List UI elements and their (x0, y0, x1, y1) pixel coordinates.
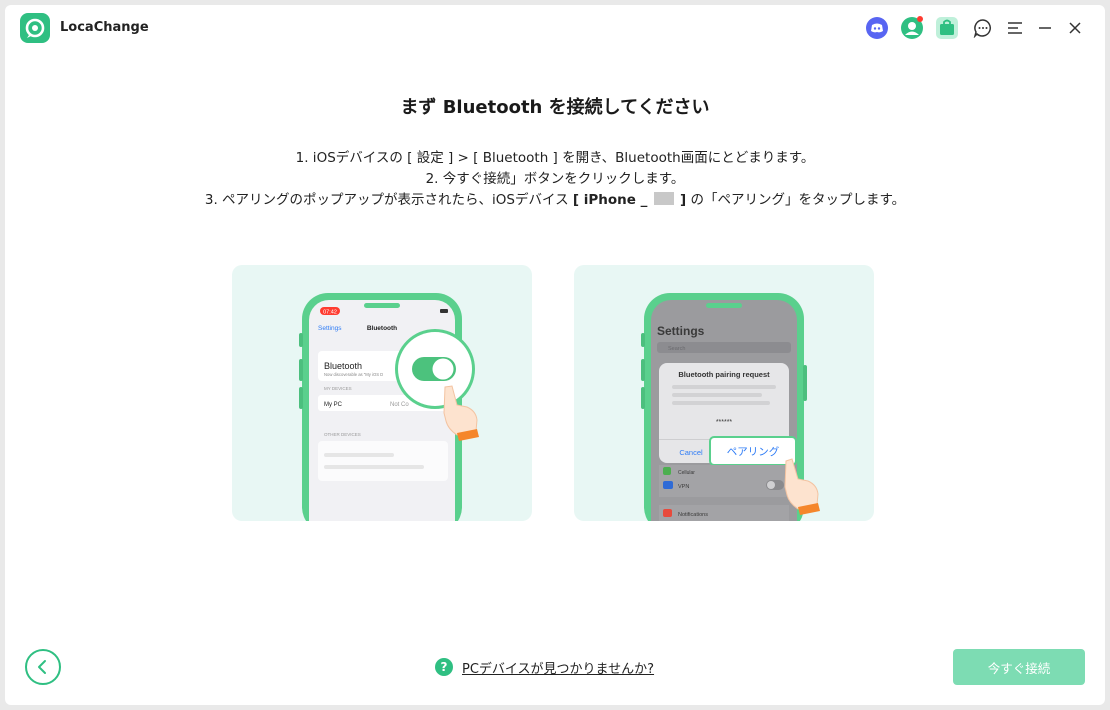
app-logo (20, 13, 50, 43)
device-row-status: Not Co (390, 402, 409, 408)
pairing-alert-title: Bluetooth pairing request (678, 370, 770, 379)
pairing-confirm-label: ペアリング (727, 445, 780, 458)
row-vpn: VPN (678, 484, 689, 490)
nav-back-settings: Settings (318, 325, 342, 332)
step-3-device-end: ] (679, 192, 687, 208)
illustration-bluetooth-settings: 07:42 Settings Bluetooth Bluetooth Now d… (232, 265, 532, 521)
account-icon[interactable] (900, 16, 924, 40)
help-link[interactable]: PCデバイスが見つかりませんか? (462, 658, 654, 677)
close-icon[interactable] (1063, 16, 1087, 40)
settings-title: Settings (657, 324, 705, 338)
step-3-prefix: 3. ペアリングのポップアップが表示されたら、iOSデバイス (204, 192, 569, 208)
device-row-name: My PC (324, 402, 343, 408)
minimize-icon[interactable] (1033, 16, 1057, 40)
row-notifications: Notifications (678, 512, 708, 518)
status-time: 07:42 (323, 310, 337, 316)
help-icon: ? (435, 658, 453, 676)
other-devices-header: OTHER DEVICES (324, 432, 361, 437)
bluetooth-row-label: Bluetooth (324, 361, 362, 371)
discord-icon[interactable] (865, 16, 889, 40)
title-bar: LocaChange (5, 5, 1105, 53)
app-window: LocaChange まず Bluetooth を接続してください 1. iOS… (5, 5, 1105, 705)
app-name: LocaChange (60, 20, 149, 35)
step-3: 3. ペアリングのポップアップが表示されたら、iOSデバイス [ iPhone … (5, 190, 1105, 211)
step-3-suffix: の「ペアリング」をタップします。 (690, 192, 906, 208)
feedback-icon[interactable] (971, 16, 995, 40)
pairing-cancel-label: Cancel (679, 448, 703, 457)
nav-title-bluetooth: Bluetooth (367, 325, 397, 332)
store-icon[interactable] (935, 16, 959, 40)
page-title: まず Bluetooth を接続してください (400, 97, 710, 118)
help-link-group[interactable]: ? PCデバイスが見つかりませんか? (435, 657, 654, 677)
row-cellular: Cellular (678, 470, 695, 476)
settings-search-placeholder: Search (668, 346, 685, 352)
instruction-steps: 1. iOSデバイスの [ 設定 ] > [ Bluetooth ] を開き、B… (5, 148, 1105, 211)
my-devices-header: MY DEVICES (324, 386, 352, 391)
connect-now-button[interactable]: 今すぐ接続 (953, 649, 1085, 685)
step-3-device: [ iPhone _ (572, 192, 648, 208)
illustration-pairing-popup: Settings Search Bluetooth pairing reques… (574, 265, 874, 521)
menu-icon[interactable] (1003, 16, 1027, 40)
back-button[interactable] (25, 649, 61, 685)
redacted-device-name (653, 192, 674, 205)
bluetooth-row-sub: Now discoverable as "My iOS D (324, 372, 383, 377)
step-1: 1. iOSデバイスの [ 設定 ] > [ Bluetooth ] を開き、B… (295, 150, 815, 166)
chevron-left-icon (38, 660, 46, 674)
pairing-code: ****** (716, 419, 733, 426)
step-2: 2. 今すぐ接続」ボタンをクリックします。 (425, 171, 685, 187)
